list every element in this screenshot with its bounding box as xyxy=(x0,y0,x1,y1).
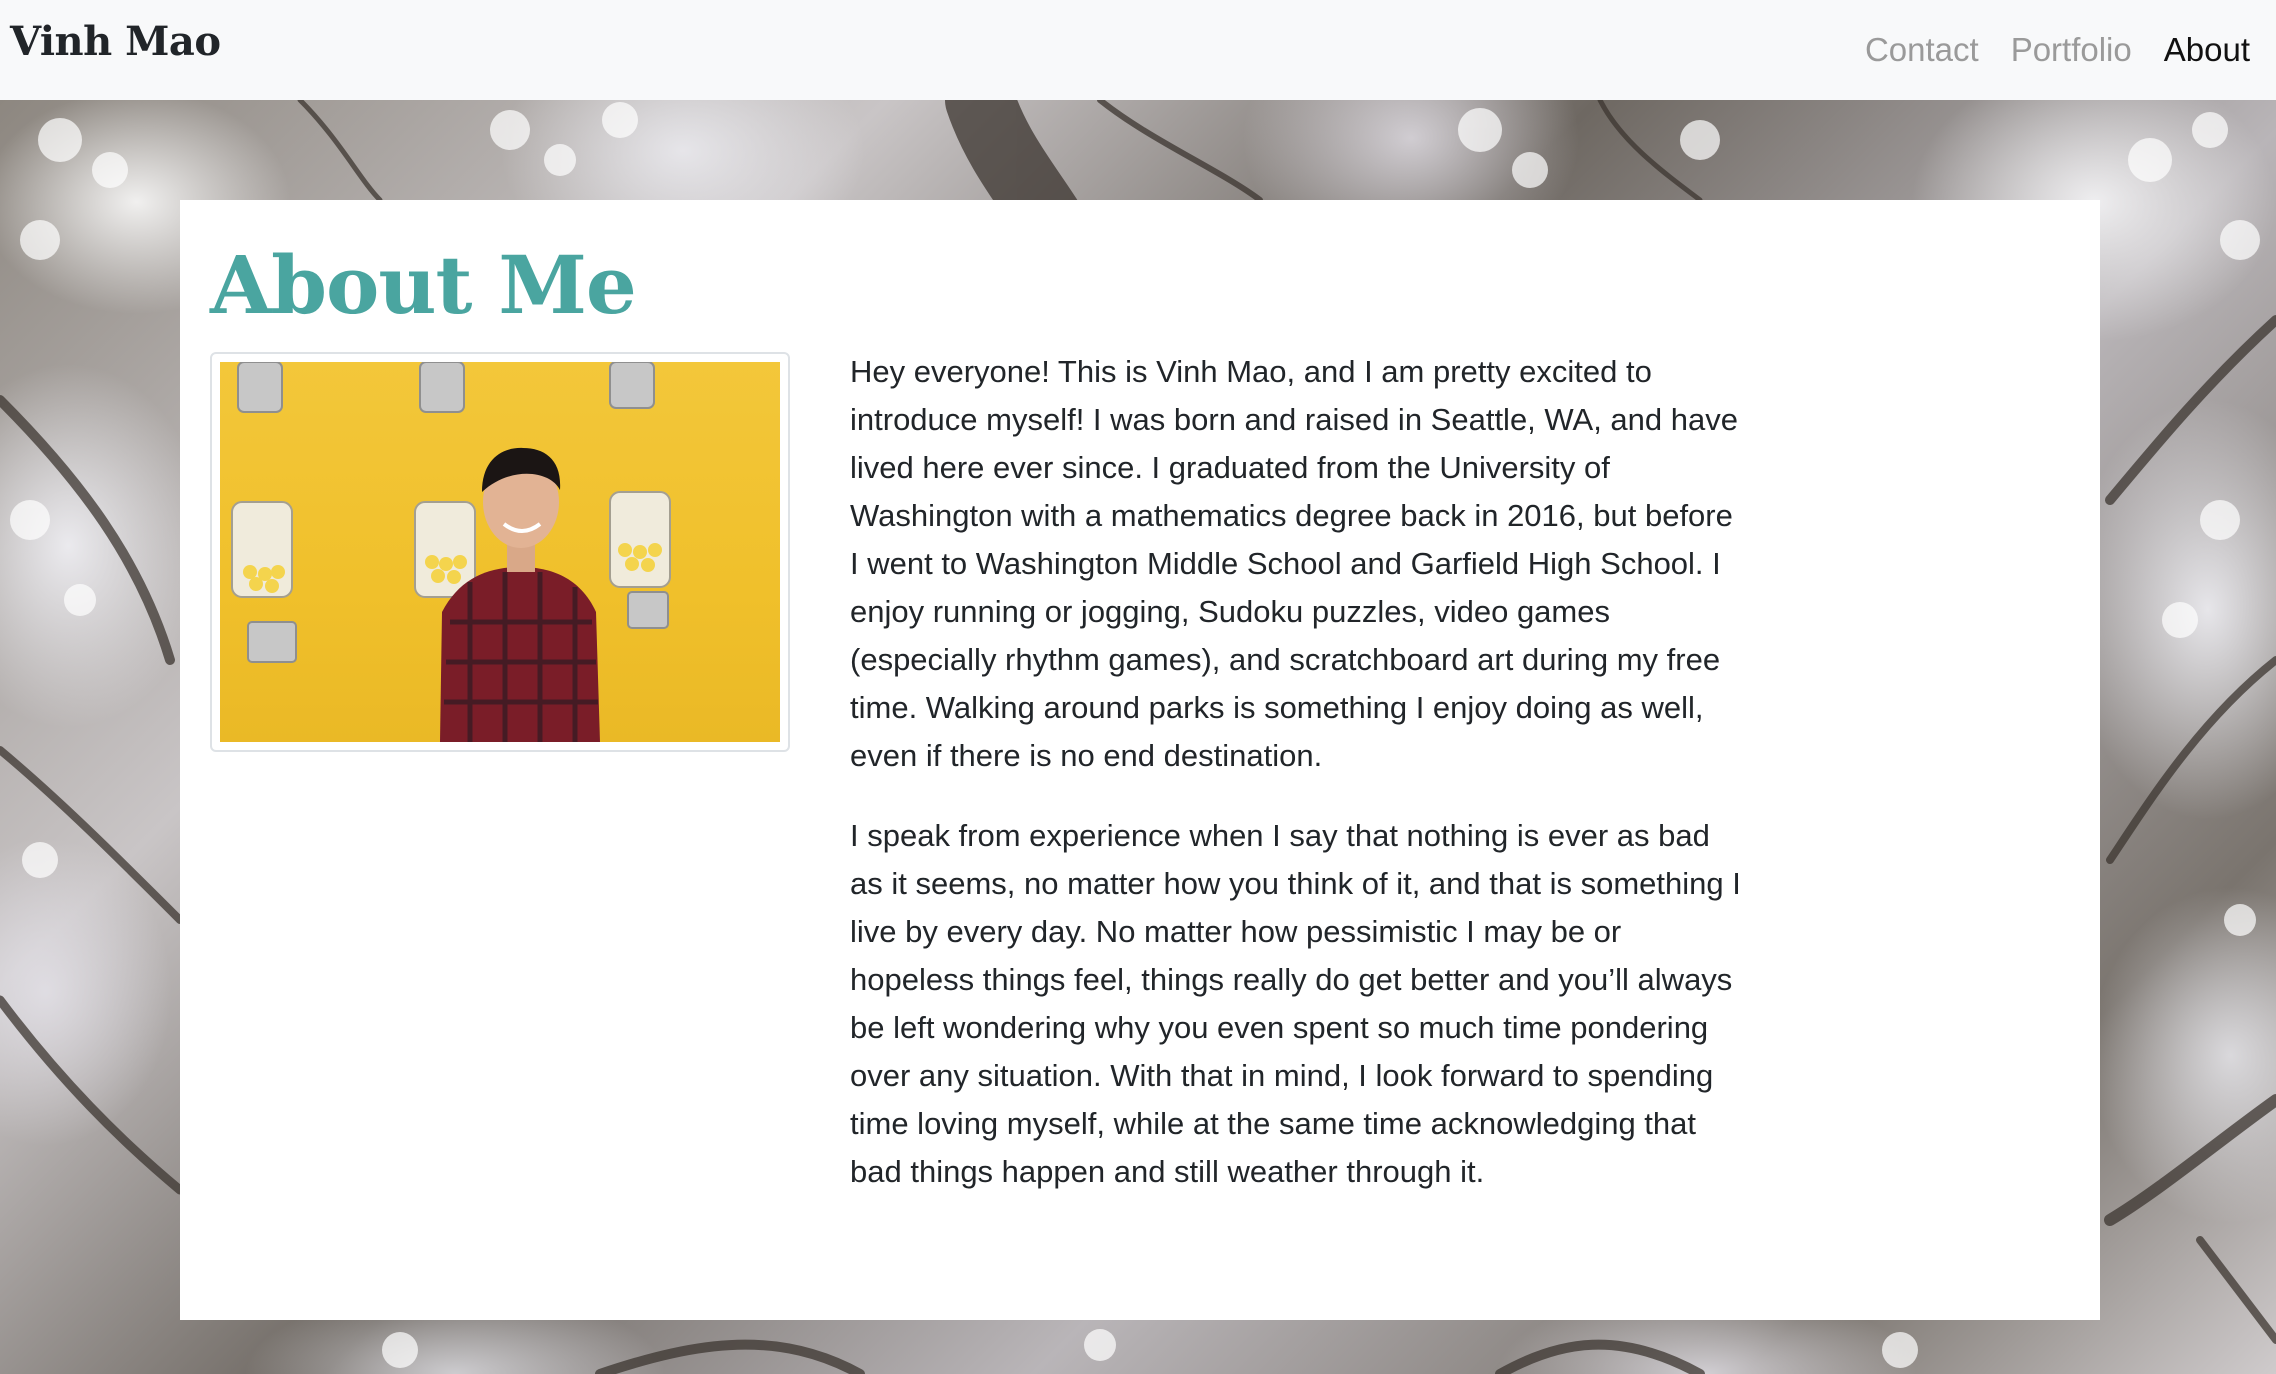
profile-photo-frame xyxy=(210,352,790,752)
bio-paragraph-1: Hey everyone! This is Vinh Mao, and I am… xyxy=(850,354,1738,773)
profile-photo xyxy=(220,362,780,742)
nav-link-contact[interactable]: Contact xyxy=(1865,31,1979,69)
portrait-photo-graphic xyxy=(231,362,671,742)
bio-paragraph-2: I speak from experience when I say that … xyxy=(850,818,1741,1189)
about-card: About Me Hey everyone! This is Vinh Mao,… xyxy=(180,200,2100,1320)
brand-link[interactable]: Vinh Mao xyxy=(10,18,221,65)
nav-links: Contact Portfolio About xyxy=(1865,0,2250,100)
nav-link-portfolio[interactable]: Portfolio xyxy=(2011,31,2132,69)
page-title: About Me xyxy=(210,238,637,332)
top-navbar: Vinh Mao Contact Portfolio About xyxy=(0,0,2276,100)
bio-text: Hey everyone! This is Vinh Mao, and I am… xyxy=(850,348,1750,1228)
nav-link-about[interactable]: About xyxy=(2164,31,2250,69)
